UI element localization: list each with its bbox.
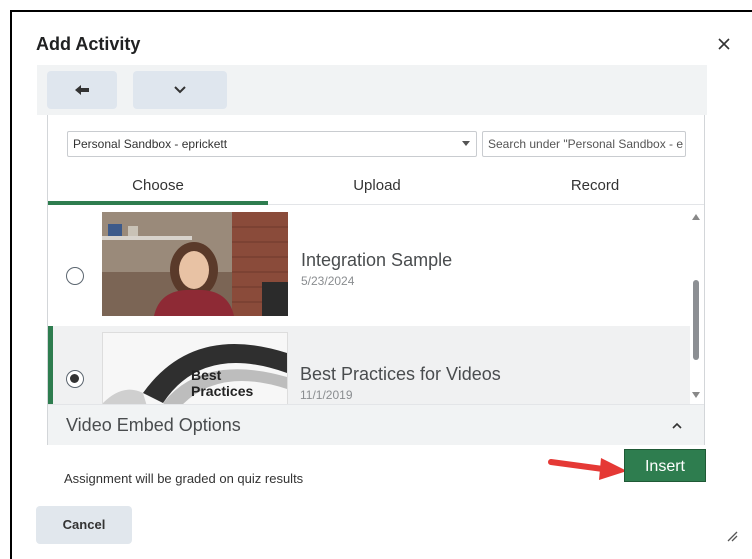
search-input[interactable] [482, 131, 686, 157]
tab-bar: Choose Upload Record [48, 171, 704, 205]
arrow-left-icon [75, 85, 89, 95]
source-select-value: Personal Sandbox - eprickett [73, 137, 228, 151]
list-item[interactable]: Integration Sample 5/23/2024 [48, 212, 690, 318]
list-item-selected[interactable]: Best Practices Best Practices for Videos… [48, 326, 690, 404]
video-date: 5/23/2024 [301, 274, 355, 288]
video-list: Integration Sample 5/23/2024 Best Practi… [48, 206, 704, 404]
video-date: 11/1/2019 [300, 388, 353, 402]
chevron-down-icon [174, 86, 186, 94]
video-title: Best Practices for Videos [300, 364, 501, 384]
embed-options-label: Video Embed Options [66, 415, 241, 435]
chevron-up-icon [672, 422, 682, 429]
close-icon[interactable] [714, 36, 734, 56]
video-radio-selected[interactable] [66, 370, 84, 388]
video-thumbnail [102, 212, 288, 316]
video-radio[interactable] [66, 267, 84, 285]
scrollbar-thumb[interactable] [693, 280, 699, 360]
scroll-down-icon[interactable] [692, 392, 700, 398]
source-select[interactable]: Personal Sandbox - eprickett [67, 131, 477, 157]
insert-button[interactable]: Insert [624, 449, 706, 482]
thumb-text-practices: Practices [191, 383, 254, 399]
tab-choose[interactable]: Choose [48, 171, 268, 205]
video-title: Integration Sample [301, 250, 453, 270]
resize-grip-icon[interactable] [724, 528, 738, 542]
scroll-up-icon[interactable] [692, 214, 700, 220]
add-activity-dialog: Add Activity Personal Sandbox - epricket… [10, 10, 752, 559]
red-arrow-annotation [548, 458, 627, 480]
back-button[interactable] [47, 71, 117, 109]
video-thumbnail: Best Practices [102, 332, 288, 404]
tab-record[interactable]: Record [486, 171, 704, 205]
cancel-button[interactable]: Cancel [36, 506, 132, 544]
dialog-title: Add Activity [36, 34, 141, 54]
toolbar [37, 65, 707, 115]
video-embed-options-toggle[interactable]: Video Embed Options [48, 404, 704, 445]
list-scrollbar[interactable] [690, 210, 702, 402]
grading-note: Assignment will be graded on quiz result… [64, 471, 304, 486]
thumb-text-best: Best [191, 367, 222, 383]
activity-panel: Personal Sandbox - eprickett Choose Uplo… [47, 115, 705, 445]
tab-upload[interactable]: Upload [268, 171, 486, 205]
more-options-button[interactable] [133, 71, 227, 109]
dropdown-arrow-icon [462, 141, 470, 146]
